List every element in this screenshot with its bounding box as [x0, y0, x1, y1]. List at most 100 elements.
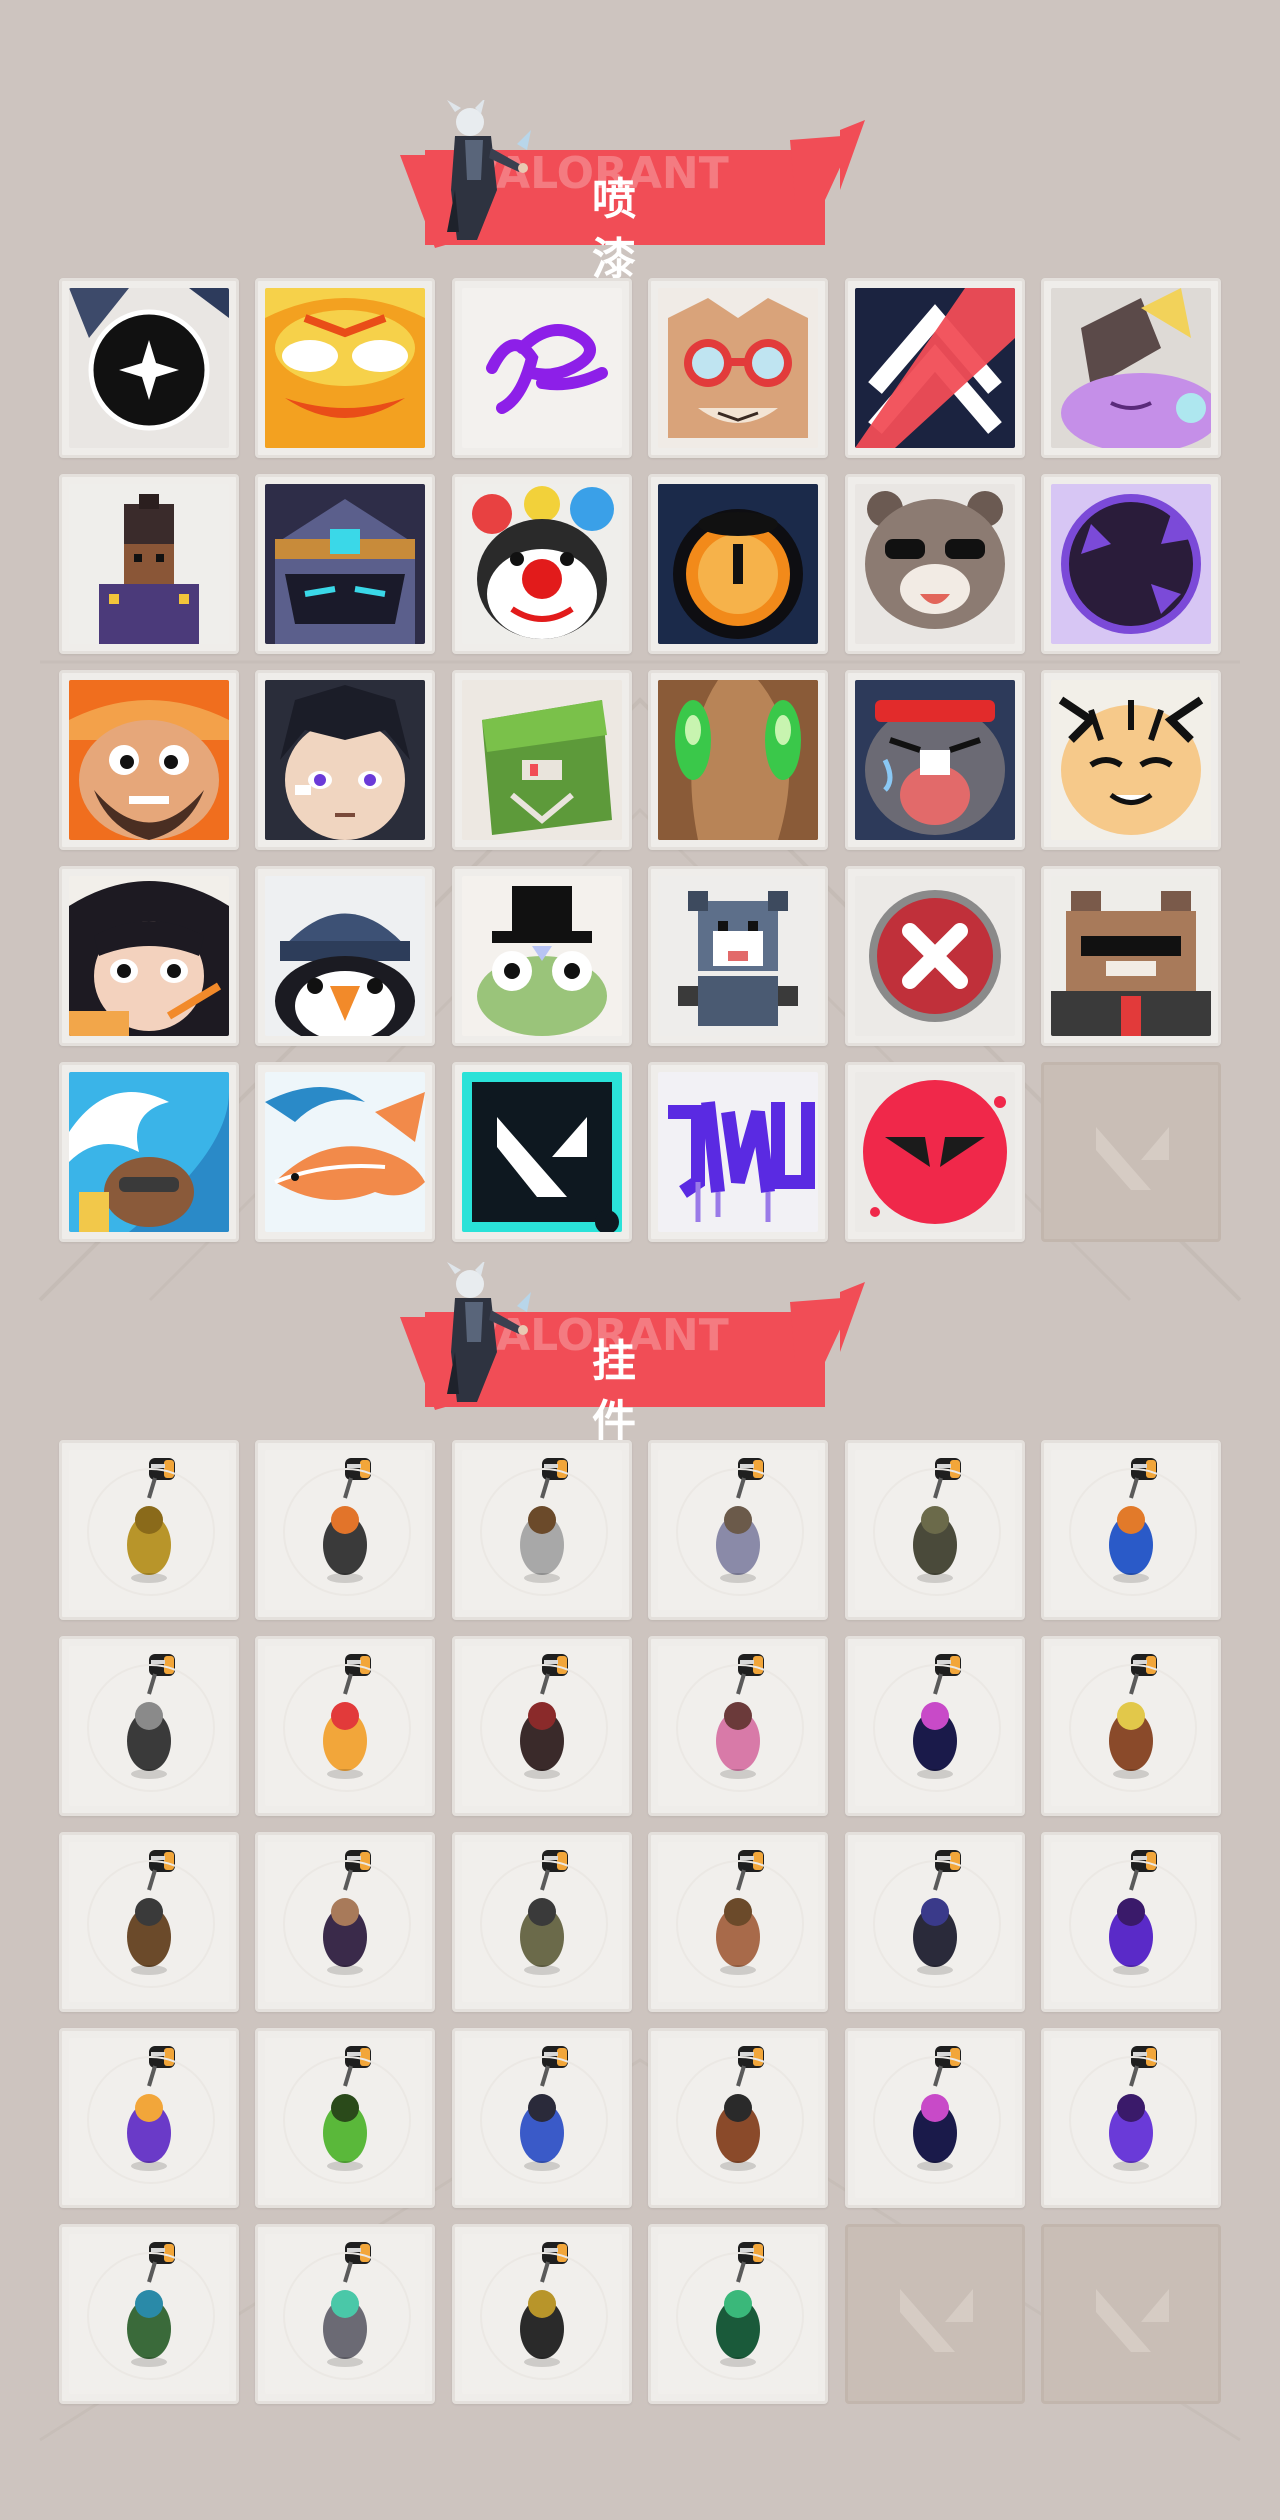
spray-tile[interactable]: [844, 1062, 1025, 1242]
buddy-purple-heart-icon: [1050, 2038, 1211, 2198]
spray-pixel-raccoon-icon: [658, 876, 819, 1036]
spray-tile[interactable]: [1040, 670, 1221, 850]
buddy-tile[interactable]: [59, 1636, 239, 1816]
buddy-tile[interactable]: [59, 1832, 239, 2012]
buddy-tile[interactable]: [59, 1440, 239, 1620]
buddy-tile[interactable]: [255, 2224, 436, 2404]
buddy-tile[interactable]: [1040, 1636, 1221, 1816]
buddy-tile[interactable]: [451, 2028, 632, 2208]
empty-slot[interactable]: [1040, 1062, 1221, 1242]
spray-tile[interactable]: [1040, 474, 1221, 654]
buddy-tile[interactable]: [451, 1440, 632, 1620]
empty-slot[interactable]: [844, 2224, 1025, 2404]
spray-orange-mask-icon: [265, 288, 426, 448]
spray-tile[interactable]: [451, 474, 632, 654]
spray-crying-seal-icon: [854, 680, 1015, 840]
buddy-tile[interactable]: [1040, 1832, 1221, 2012]
buddy-green-can-icon: [69, 2234, 229, 2394]
spray-tiger-face-icon: [1050, 680, 1211, 840]
buddy-tile[interactable]: [648, 1832, 829, 2012]
spray-tile[interactable]: [59, 866, 239, 1046]
buddy-gold-cat-icon: [69, 1450, 229, 1610]
buddy-blue-canister-icon: [1050, 1450, 1211, 1610]
empty-slot-icon: [1051, 2234, 1211, 2394]
spray-tile[interactable]: [59, 278, 239, 458]
spray-tile[interactable]: [844, 866, 1025, 1046]
spray-tile[interactable]: [844, 278, 1025, 458]
buddy-tile[interactable]: [255, 2028, 436, 2208]
spray-tile[interactable]: [255, 1062, 436, 1242]
spray-tile[interactable]: [59, 474, 239, 654]
spray-tile[interactable]: [648, 474, 829, 654]
buddy-tile[interactable]: [255, 1832, 436, 2012]
buddy-tile[interactable]: [451, 1832, 632, 2012]
spray-tile[interactable]: [255, 866, 436, 1046]
sprays-grid: [59, 278, 1221, 1242]
spray-tile[interactable]: [844, 474, 1025, 654]
spray-black-star-icon: [69, 288, 229, 448]
spray-purple-graffiti-icon: [658, 1072, 819, 1232]
spray-black-hair-boy-icon: [265, 680, 426, 840]
buddy-tile[interactable]: [451, 1636, 632, 1816]
spray-tile[interactable]: [451, 670, 632, 850]
buddy-teddy-bear-icon: [1050, 1646, 1211, 1806]
buddy-tile[interactable]: [1040, 1440, 1221, 1620]
spray-green-crate-icon: [461, 680, 622, 840]
spray-tile[interactable]: [59, 670, 239, 850]
sprays-section-header: VALORANT 喷 漆: [395, 100, 865, 285]
buddy-tile[interactable]: [451, 2224, 632, 2404]
buddy-tile[interactable]: [844, 2028, 1025, 2208]
buddy-wooden-box-icon: [658, 1842, 819, 2002]
empty-slot-icon: [1051, 1072, 1211, 1232]
spray-tile[interactable]: [1040, 278, 1221, 458]
buddy-tile[interactable]: [648, 2028, 829, 2208]
spray-tile[interactable]: [648, 670, 829, 850]
buddy-candy-corn-icon: [265, 1646, 426, 1806]
spray-tile[interactable]: [648, 1062, 829, 1242]
spray-sunglasses-bear-icon: [854, 484, 1015, 644]
buddy-tile[interactable]: [648, 1440, 829, 1620]
spray-tile[interactable]: [648, 278, 829, 458]
spray-frog-hat-icon: [461, 876, 622, 1036]
buddy-cupcake-icon: [658, 1646, 819, 1806]
spray-tile[interactable]: [451, 1062, 632, 1242]
spray-red-x-icon: [854, 876, 1015, 1036]
buddy-tile[interactable]: [255, 1636, 436, 1816]
buddy-raccoon-figure-icon: [658, 1450, 819, 1610]
buddy-tile[interactable]: [844, 1832, 1025, 2012]
buddies-section-header: VALORANT 挂 件: [395, 1262, 865, 1447]
buddy-agent-figure-icon: [265, 1842, 426, 2002]
spray-red-valorant-logo-icon: [854, 1072, 1015, 1232]
buddy-turret-icon: [69, 1842, 229, 2002]
buddy-pouch-icon: [854, 1450, 1015, 1610]
spray-tile[interactable]: [255, 474, 436, 654]
buddy-tile[interactable]: [844, 1636, 1025, 1816]
section-title: 挂 件: [592, 1336, 658, 1447]
spray-tile[interactable]: [59, 1062, 239, 1242]
spray-tile[interactable]: [255, 670, 436, 850]
spray-green-eyes-icon: [658, 680, 819, 840]
spray-tile[interactable]: [255, 278, 436, 458]
buddy-tile[interactable]: [648, 1636, 829, 1816]
spray-purple-void-icon: [1050, 484, 1211, 644]
buddy-tile[interactable]: [648, 2224, 829, 2404]
spray-purple-scribble-icon: [461, 288, 622, 448]
spray-chevron-logo-icon: [854, 288, 1015, 448]
spray-tile[interactable]: [451, 866, 632, 1046]
spray-tile[interactable]: [844, 670, 1025, 850]
empty-slot-icon: [855, 2234, 1015, 2394]
buddy-tile[interactable]: [59, 2224, 239, 2404]
spray-tile[interactable]: [1040, 866, 1221, 1046]
buddy-rope-knot-icon: [461, 1646, 622, 1806]
spray-bearded-man-icon: [69, 680, 229, 840]
buddy-tile[interactable]: [844, 1440, 1025, 1620]
buddy-lava-lamp-icon: [69, 2038, 229, 2198]
buddy-tile[interactable]: [255, 1440, 436, 1620]
empty-slot[interactable]: [1040, 2224, 1221, 2404]
buddy-tile[interactable]: [59, 2028, 239, 2208]
buddy-ep9-medal-2-icon: [854, 2038, 1015, 2198]
buddy-tile[interactable]: [1040, 2028, 1221, 2208]
spray-tile[interactable]: [451, 278, 632, 458]
buddy-robot-camera-icon: [265, 1450, 426, 1610]
spray-tile[interactable]: [648, 866, 829, 1046]
